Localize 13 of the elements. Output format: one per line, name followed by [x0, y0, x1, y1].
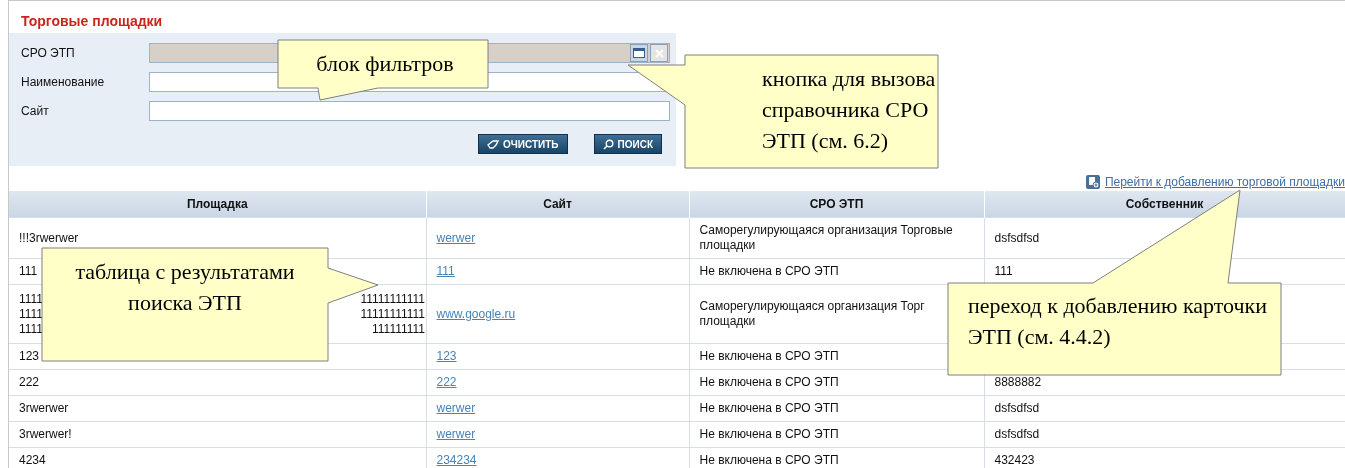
table-cell: Саморегулирующаяся организация Торговые площадки — [689, 217, 984, 259]
field-label: Наименование — [21, 75, 106, 89]
field-label: Сайт — [21, 104, 50, 118]
table-cell: Не включена в СРО ЭТП — [689, 395, 984, 422]
callout-tooltip-text: кнопка для вызова справочника СРО ЭТП (см. 6.2) — [762, 65, 937, 155]
table-cell: 3rwerwer! — [9, 421, 426, 448]
callout-tooltip-text: таблица с результатами поиска ЭТП — [74, 258, 296, 317]
table-cell: 222 — [9, 369, 426, 396]
field-label: СРО ЭТП — [21, 46, 76, 60]
table-cell: Не включена в СРО ЭТП — [689, 421, 984, 448]
callout-tooltip-text: блок фильтров — [315, 50, 455, 78]
table-cell: 3rwerwer — [9, 395, 426, 422]
page-title: Торговые площадки — [20, 12, 164, 31]
